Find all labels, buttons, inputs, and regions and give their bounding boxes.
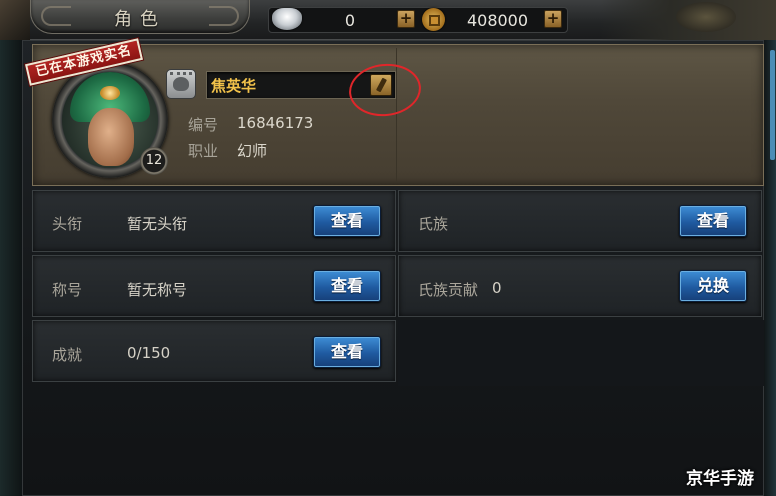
window-title: 角色 <box>114 9 166 30</box>
corner-ornament-right <box>600 0 776 40</box>
achievement-row-label: 成就 <box>52 346 83 364</box>
title-row-value: 暂无头衔 <box>127 215 188 233</box>
character-name: 焦英华 <box>211 77 257 95</box>
title-row-label: 头衔 <box>52 215 83 233</box>
view-title-button[interactable]: 查看 <box>313 205 381 237</box>
view-clan-button[interactable]: 查看 <box>679 205 747 237</box>
clan-contribution-label: 氏族贡献 <box>418 281 479 299</box>
honorific-row-label: 称号 <box>52 281 83 299</box>
silver-ingot-icon <box>272 8 302 30</box>
add-gold-button[interactable]: + <box>544 10 562 28</box>
scrollbar[interactable] <box>770 50 775 160</box>
add-silver-button[interactable]: + <box>397 10 415 28</box>
exchange-contribution-button[interactable]: 兑换 <box>679 270 747 302</box>
watermark: 京华手游 <box>686 469 754 489</box>
clan-row-label: 氏族 <box>418 215 449 233</box>
view-achievement-button[interactable]: 查看 <box>313 336 381 368</box>
coin-icon <box>422 8 445 31</box>
clan-contribution-value: 0 <box>492 279 502 297</box>
window-title-plate: 角色 <box>30 0 250 34</box>
gold-amount: 408000 <box>466 11 529 30</box>
left-edge <box>0 40 22 496</box>
rank-icon <box>166 69 196 99</box>
avatar-gem <box>100 86 120 100</box>
avatar-face <box>88 108 134 166</box>
id-label: 编号 <box>188 116 219 134</box>
class-value: 幻师 <box>237 142 268 160</box>
id-value: 16846173 <box>237 114 314 132</box>
achievement-row-value: 0/150 <box>127 344 171 362</box>
view-honorific-button[interactable]: 查看 <box>313 270 381 302</box>
honorific-row-value: 暂无称号 <box>127 281 188 299</box>
empty-slot <box>398 320 764 386</box>
silver-amount: 0 <box>344 11 356 30</box>
class-label: 职业 <box>188 142 219 160</box>
corner-ornament-left <box>0 0 30 40</box>
level-badge: 12 <box>140 147 168 175</box>
